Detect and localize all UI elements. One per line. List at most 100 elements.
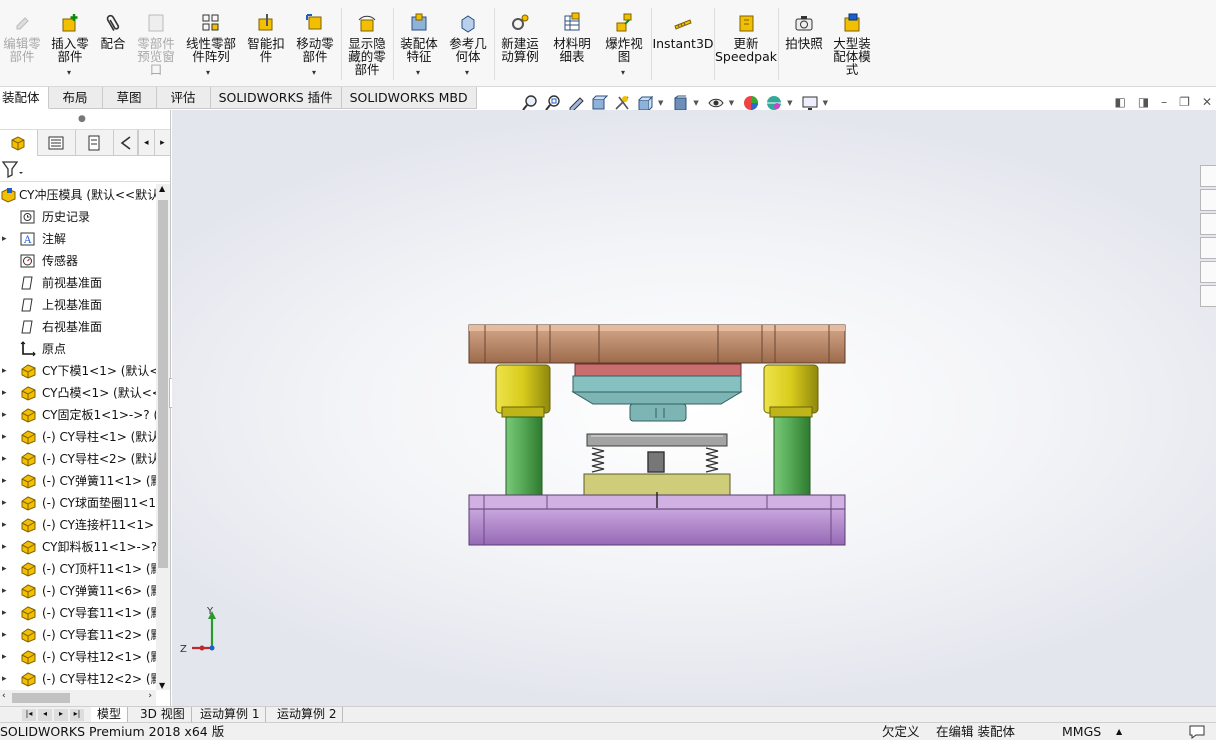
tree-item[interactable]: ▸ (-) CY连接杆11<1> <box>0 514 156 536</box>
tree-vertical-scrollbar[interactable]: ▲ ▼ <box>156 184 170 690</box>
tree-item[interactable]: ▸ (-) CY导套11<1> (默 <box>0 602 156 624</box>
tile-right-icon[interactable]: ◨ <box>1138 95 1149 109</box>
tab-layout[interactable]: 布局 <box>48 87 103 109</box>
tab-model[interactable]: 模型 <box>91 707 129 723</box>
move-component-button[interactable]: 移动零 部件 <box>292 12 338 63</box>
show-hidden-components-button[interactable]: 显示隐 藏的零 部件 <box>345 12 389 76</box>
feature-tree-tab[interactable] <box>0 130 38 156</box>
view-settings-dropdown-icon[interactable]: ▼ <box>823 99 828 107</box>
first-tab-icon[interactable]: |◂ <box>22 709 36 721</box>
tree-item[interactable]: 历史记录 <box>0 206 156 228</box>
instant3d-button[interactable]: Instant3D <box>652 12 714 50</box>
units-selector[interactable]: MMGS <box>1062 723 1101 740</box>
move-component-dropdown-icon[interactable]: ▾ <box>312 68 316 77</box>
tree-root-assembly[interactable]: CY冲压模具 (默认<<默认> <box>0 184 156 206</box>
tab-evaluate[interactable]: 评估 <box>156 87 211 109</box>
next-tab-icon[interactable]: ▸ <box>54 709 68 721</box>
expand-arrow-icon[interactable]: ▸ <box>2 426 7 448</box>
minimize-icon[interactable]: – <box>1161 95 1167 109</box>
scroll-right-icon[interactable]: › <box>148 691 152 701</box>
tree-item[interactable]: ▸ CY下模1<1> (默认< <box>0 360 156 382</box>
tree-item[interactable]: ▸ (-) CY导柱<1> (默认 <box>0 426 156 448</box>
upper-die-plate[interactable] <box>468 324 846 364</box>
last-tab-icon[interactable]: ▸| <box>70 709 84 721</box>
tree-item[interactable]: 原点 <box>0 338 156 360</box>
springs[interactable] <box>591 447 719 473</box>
reference-geometry-dropdown-icon[interactable]: ▾ <box>465 68 469 77</box>
view-palette-icon[interactable] <box>1200 237 1216 259</box>
component-preview-window-button[interactable]: 零部件 预览窗 口 <box>134 12 178 76</box>
stamping-die-model[interactable]: Y Z <box>172 110 1216 706</box>
apply-scene-dropdown-icon[interactable]: ▼ <box>787 99 792 107</box>
expand-arrow-icon[interactable]: ▸ <box>2 580 7 602</box>
scroll-down-icon[interactable]: ▼ <box>159 681 165 690</box>
custom-properties-icon[interactable] <box>1200 285 1216 307</box>
tree-item[interactable]: 上视基准面 <box>0 294 156 316</box>
linear-pattern-dropdown-icon[interactable]: ▾ <box>206 68 210 77</box>
expand-arrow-icon[interactable]: ▸ <box>2 382 7 404</box>
scroll-up-icon[interactable]: ▲ <box>159 184 165 193</box>
tree-item[interactable]: 右视基准面 <box>0 316 156 338</box>
tree-item[interactable]: ▸ CY凸模<1> (默认<< <box>0 382 156 404</box>
expand-arrow-icon[interactable]: ▸ <box>2 668 7 690</box>
tree-item[interactable]: ▸ CY固定板1<1>->? ( <box>0 404 156 426</box>
expand-arrow-icon[interactable]: ▸ <box>2 536 7 558</box>
scroll-left-icon[interactable]: ‹ <box>2 691 6 701</box>
update-speedpak-button[interactable]: 更新 Speedpak <box>715 12 777 63</box>
close-icon[interactable]: ✕ <box>1202 95 1212 109</box>
restore-icon[interactable]: ❐ <box>1179 95 1190 109</box>
prev-tab-icon[interactable]: ◂ <box>38 709 52 721</box>
tab-scroll-right-icon[interactable]: ▸ <box>153 130 170 156</box>
guide-bushing-left[interactable] <box>495 364 551 418</box>
linear-component-pattern-button[interactable]: 线性零部 件阵列 <box>183 12 239 63</box>
expand-arrow-icon[interactable]: ▸ <box>2 602 7 624</box>
expand-arrow-icon[interactable]: ▸ <box>2 558 7 580</box>
guide-pillar-right[interactable] <box>773 416 811 496</box>
expand-arrow-icon[interactable]: ▸ <box>2 646 7 668</box>
file-explorer-icon[interactable] <box>1200 213 1216 235</box>
tab-motion-study-2[interactable]: 运动算例 2 <box>271 707 344 723</box>
tab-solidworks-addins[interactable]: SOLIDWORKS 插件 <box>210 87 342 109</box>
tab-assembly[interactable]: 装配体 <box>0 87 49 109</box>
guide-pillar-left[interactable] <box>505 416 543 496</box>
tree-item[interactable]: ▸ (-) CY导套11<2> (默 <box>0 624 156 646</box>
panel-grip[interactable]: ● <box>0 110 170 130</box>
tab-navigation-arrows[interactable]: |◂ ◂ ▸ ▸| <box>22 709 86 721</box>
dimxpert-tab[interactable] <box>114 130 138 156</box>
tree-item[interactable]: ▸ (-) CY顶杆11<1> (默 <box>0 558 156 580</box>
bill-of-materials-button[interactable]: 材料明 细表 <box>550 12 594 63</box>
guide-bushing-right[interactable] <box>763 364 819 418</box>
solidworks-resources-icon[interactable] <box>1200 165 1216 187</box>
stripper-plate[interactable] <box>586 433 728 447</box>
smart-fasteners-button[interactable]: 智能扣 件 <box>244 12 288 63</box>
tile-left-icon[interactable]: ◧ <box>1114 95 1125 109</box>
edit-component-button[interactable]: 编辑零 部件 <box>2 12 42 63</box>
appearances-scenes-icon[interactable] <box>1200 261 1216 283</box>
large-assembly-mode-button[interactable]: 大型装 配体模 式 <box>830 12 874 76</box>
exploded-view-dropdown-icon[interactable]: ▾ <box>621 68 625 77</box>
tree-item[interactable]: ▸ (-) CY导柱12<2> (默 <box>0 668 156 690</box>
tab-scroll-left-icon[interactable]: ◂ <box>137 130 154 156</box>
tree-item[interactable]: 前视基准面 <box>0 272 156 294</box>
tree-horizontal-scrollbar[interactable]: ‹ › <box>0 690 156 706</box>
expand-arrow-icon[interactable]: ▸ <box>2 228 7 250</box>
tab-sketch[interactable]: 草图 <box>102 87 157 109</box>
reference-geometry-button[interactable]: 参考几 何体 <box>446 12 490 63</box>
take-snapshot-button[interactable]: 拍快照 <box>782 12 826 50</box>
exploded-view-button[interactable]: 爆炸视 图 <box>600 12 648 63</box>
tree-item[interactable]: 传感器 <box>0 250 156 272</box>
expand-arrow-icon[interactable]: ▸ <box>2 404 7 426</box>
tree-hscroll-thumb[interactable] <box>12 693 70 703</box>
tree-item[interactable]: ▸ A 注解 <box>0 228 156 250</box>
view-orientation-dropdown-icon[interactable]: ▼ <box>658 99 663 107</box>
expand-arrow-icon[interactable]: ▸ <box>2 514 7 536</box>
tree-item[interactable]: ▸ (-) CY导柱<2> (默认 <box>0 448 156 470</box>
mate-button[interactable]: 配合 <box>96 12 130 50</box>
tab-solidworks-mbd[interactable]: SOLIDWORKS MBD <box>341 87 477 109</box>
tree-item[interactable]: ▸ (-) CY弹簧11<1> (默 <box>0 470 156 492</box>
hide-show-dropdown-icon[interactable]: ▼ <box>729 99 734 107</box>
help-bubble-icon[interactable] <box>1188 724 1206 740</box>
tab-3d-views[interactable]: 3D 视图 <box>134 707 192 723</box>
lower-die-plate[interactable] <box>468 492 846 546</box>
expand-arrow-icon[interactable]: ▸ <box>2 624 7 646</box>
